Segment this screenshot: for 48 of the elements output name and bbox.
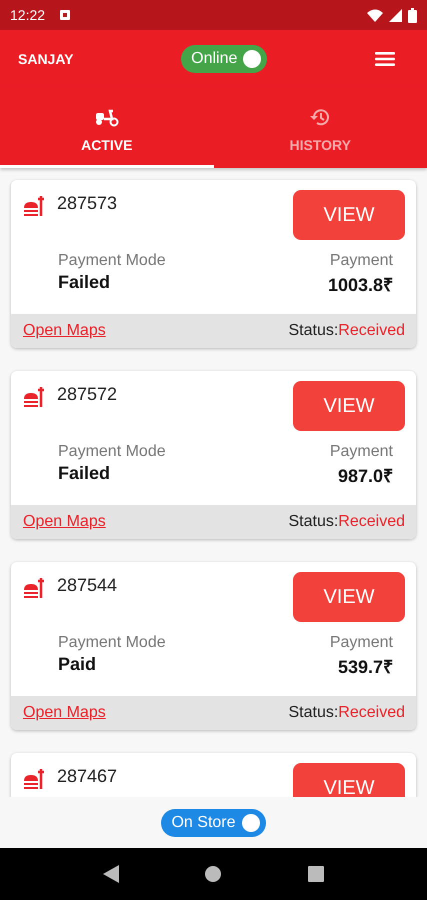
food-icon <box>23 578 45 600</box>
food-icon <box>23 387 45 409</box>
store-toggle[interactable]: On Store <box>161 808 266 836</box>
history-icon <box>309 106 332 126</box>
tab[interactable]: ACTIVE <box>0 87 214 168</box>
payment-mode: Paid <box>58 654 98 675</box>
field-label: Payment Mode <box>58 443 166 461</box>
view-button[interactable]: VIEW <box>293 190 405 240</box>
open-maps-link[interactable]: Open Maps <box>23 704 106 722</box>
user-name: SANJAY <box>18 50 74 66</box>
payment-mode: Failed <box>58 463 112 484</box>
order-number: 287573 <box>57 193 118 214</box>
food-icon <box>23 196 45 218</box>
payment-amount: 539.7₹ <box>338 656 393 678</box>
order-number: 287544 <box>57 575 118 596</box>
order-number: 287467 <box>57 766 118 787</box>
view-button[interactable]: VIEW <box>293 763 405 797</box>
field-label: Payment <box>330 634 393 652</box>
food-icon <box>23 769 45 791</box>
field-label: Payment <box>330 443 393 461</box>
back-icon[interactable] <box>103 865 120 883</box>
status-value: Received <box>338 322 405 340</box>
field-label: Payment Mode <box>58 252 166 270</box>
tab[interactable]: HISTORY <box>214 87 427 168</box>
open-maps-link[interactable]: Open Maps <box>23 322 106 340</box>
recents-icon[interactable] <box>308 866 324 882</box>
signal-icon <box>389 8 402 22</box>
online-toggle[interactable]: Online <box>181 44 268 72</box>
clock-time: 12:22 <box>10 7 46 23</box>
payment-mode: Failed <box>58 272 112 293</box>
status-label: Status: <box>288 704 338 722</box>
home-icon[interactable] <box>205 866 222 882</box>
field-label: Payment Mode <box>58 634 166 652</box>
notification-icon <box>59 9 72 21</box>
payment-amount: 987.0₹ <box>338 465 393 487</box>
view-button[interactable]: VIEW <box>293 381 405 431</box>
field-label: Payment <box>330 252 393 270</box>
view-button[interactable]: VIEW <box>293 572 405 622</box>
payment-amount: 1003.8₹ <box>328 274 393 296</box>
battery-icon <box>408 8 417 22</box>
status-value: Received <box>338 513 405 531</box>
order-number: 287572 <box>57 384 118 405</box>
status-label: Status: <box>288 322 338 340</box>
status-value: Received <box>338 704 405 722</box>
wifi-icon <box>367 8 383 22</box>
menu-icon[interactable] <box>374 50 395 66</box>
open-maps-link[interactable]: Open Maps <box>23 513 106 531</box>
status-label: Status: <box>288 513 338 531</box>
